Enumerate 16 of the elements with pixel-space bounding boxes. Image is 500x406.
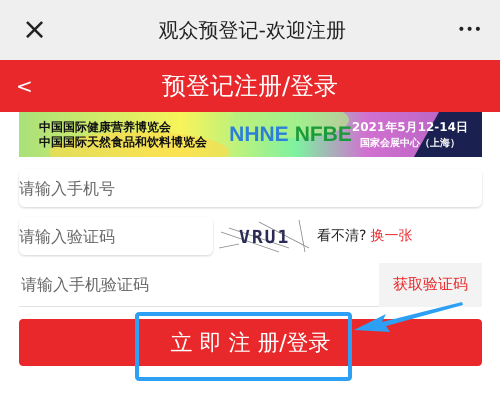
refresh-link[interactable]: 换一张 (370, 227, 412, 245)
phone-field[interactable]: 请输入手机号 (19, 169, 482, 207)
banner-text: 中国国际天然食品和饮料博览会 (39, 134, 208, 150)
hint-text: 看不清? (317, 227, 366, 245)
window-title: 观众预登记-欢迎注册 (158, 16, 346, 44)
banner-text: 中国国际健康营养博览会 (39, 120, 172, 134)
register-button[interactable]: 立 即 注 册/登录 (19, 319, 482, 366)
logo-text: NFBE (294, 122, 352, 146)
captcha-field[interactable]: 请输入验证码 (19, 217, 213, 255)
get-code-button[interactable]: 获取验证码 (379, 262, 482, 306)
back-icon[interactable]: < (16, 74, 33, 98)
logo-text: NHNE (229, 122, 289, 146)
close-icon[interactable]: × (22, 15, 48, 45)
arrow-icon (352, 300, 464, 334)
more-icon[interactable]: ••• (457, 23, 482, 37)
page-title: 预登记注册/登录 (162, 71, 338, 102)
